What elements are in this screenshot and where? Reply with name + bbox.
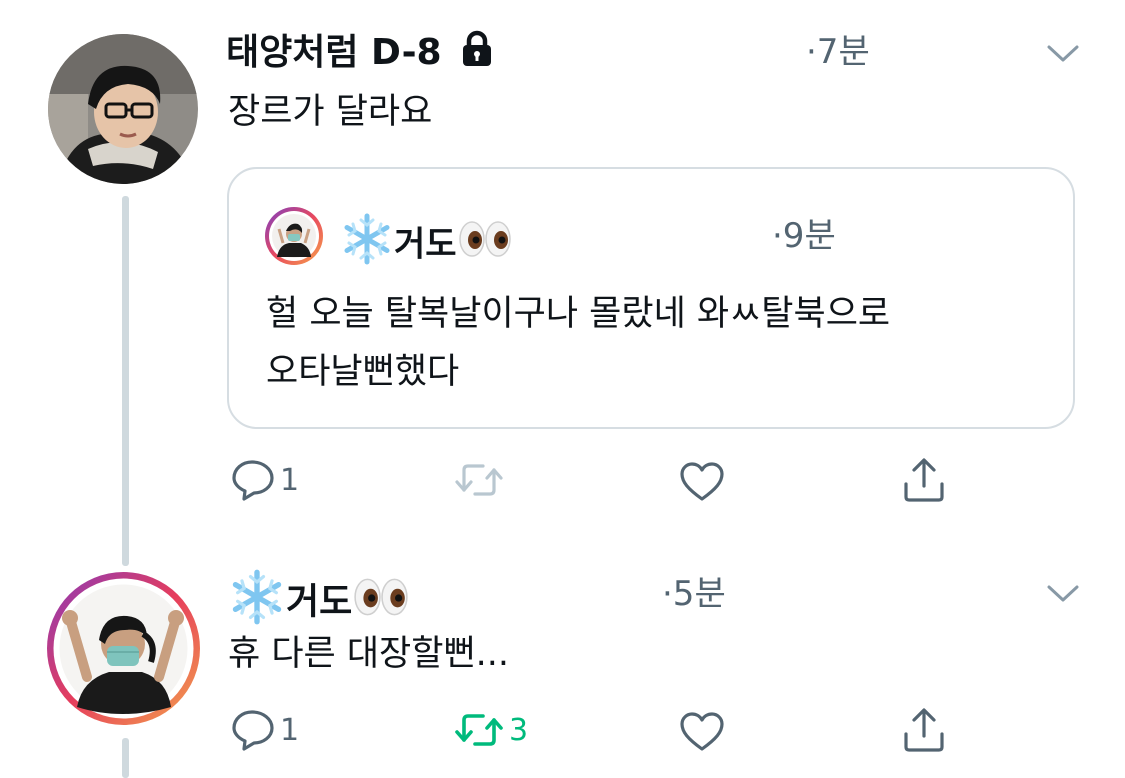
like-button[interactable] — [678, 460, 726, 502]
reply-button[interactable]: 1 — [230, 458, 299, 502]
quote-display-name-text[interactable]: 거도 — [394, 225, 457, 265]
retweet-icon — [455, 464, 503, 496]
chevron-down-icon[interactable] — [1046, 44, 1080, 64]
quote-timestamp[interactable]: ·9분 — [772, 214, 836, 258]
retweet-button[interactable]: 3 — [453, 710, 528, 750]
quote-text-line-2: 오타날뻔했다 — [266, 352, 460, 392]
timestamp[interactable]: ·5분 — [662, 572, 726, 616]
reply-icon — [232, 710, 274, 751]
display-name[interactable]: 태양처럼 D-8 — [226, 30, 494, 79]
share-button[interactable] — [901, 456, 947, 504]
heart-icon — [680, 462, 724, 501]
eyes-emoji — [352, 576, 410, 629]
share-icon — [904, 708, 944, 752]
snowflake-emoji — [228, 568, 286, 637]
reply-count: 1 — [280, 462, 300, 498]
lock-icon — [460, 30, 494, 79]
thread-line — [122, 196, 129, 566]
avatar[interactable] — [47, 572, 200, 725]
share-icon — [904, 458, 944, 502]
reply-count: 1 — [280, 712, 300, 748]
chevron-down-icon[interactable] — [1046, 584, 1080, 604]
retweet-count: 3 — [509, 712, 529, 748]
reply-button[interactable]: 1 — [230, 708, 299, 752]
timestamp[interactable]: ·7분 — [806, 30, 870, 74]
retweet-button[interactable] — [453, 460, 505, 500]
tweet-text: 장르가 달라요 — [228, 92, 433, 132]
quote-avatar[interactable] — [265, 207, 323, 265]
thread-line — [122, 738, 129, 778]
avatar[interactable] — [48, 34, 198, 184]
retweet-icon — [455, 714, 503, 746]
tweet-text: 휴 다른 대장할뻔... — [228, 634, 510, 674]
display-name-text[interactable]: 태양처럼 D-8 — [226, 32, 442, 73]
reply-icon — [232, 460, 274, 501]
display-name-text[interactable]: 거도 — [286, 582, 352, 623]
eyes-emoji — [457, 219, 513, 270]
share-button[interactable] — [901, 706, 947, 754]
snowflake-emoji — [340, 212, 394, 277]
quote-text-line-1: 헐 오늘 탈복날이구나 몰랐네 와ㅆ탈북으로 — [266, 294, 891, 334]
heart-icon — [680, 712, 724, 751]
quote-display-name[interactable]: 거도 — [340, 212, 513, 277]
display-name[interactable]: 거도 — [228, 568, 410, 637]
like-button[interactable] — [678, 710, 726, 752]
